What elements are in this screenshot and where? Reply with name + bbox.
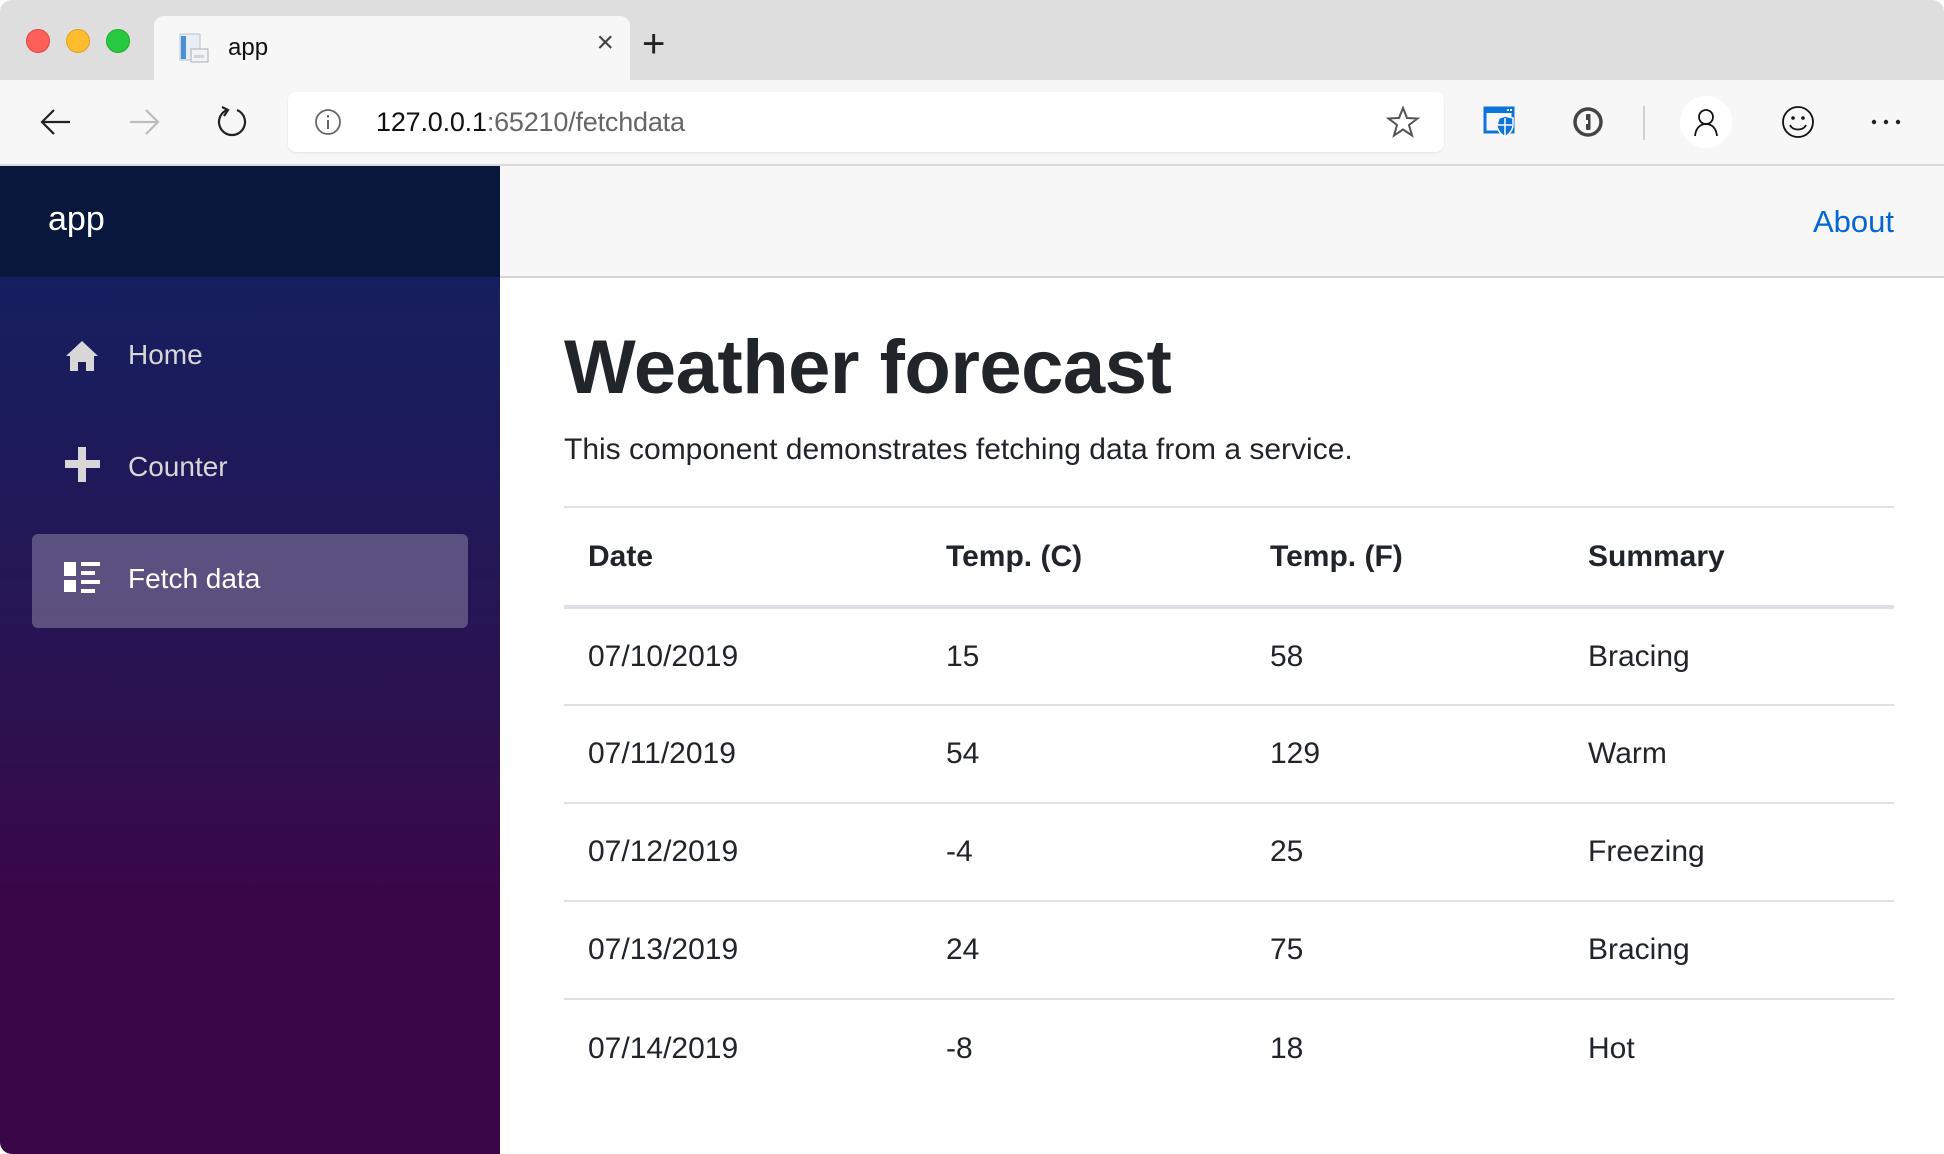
close-window-button[interactable] bbox=[26, 29, 50, 53]
sidebar-item-label: Fetch data bbox=[128, 563, 261, 594]
brand-link[interactable]: app bbox=[48, 200, 105, 239]
password-manager-button[interactable] bbox=[1566, 100, 1610, 144]
sidebar-item-counter[interactable]: Counter bbox=[32, 422, 468, 516]
app-sidebar: app Home Counter Fetch data bbox=[0, 166, 500, 1154]
sidebar-item-label: Counter bbox=[128, 451, 228, 482]
cell-temp-f: 129 bbox=[1270, 737, 1321, 770]
browser-tab[interactable]: app × bbox=[154, 16, 630, 82]
table-row: 07/12/2019 -4 25 Freezing bbox=[564, 803, 1894, 901]
cell-date: 07/12/2019 bbox=[588, 835, 739, 868]
tab-close-icon[interactable]: × bbox=[596, 28, 614, 58]
url-text[interactable]: 127.0.0.1:65210/fetchdata bbox=[376, 107, 685, 138]
profile-button[interactable] bbox=[1680, 96, 1732, 148]
cell-date: 07/11/2019 bbox=[588, 737, 736, 770]
profile-icon bbox=[1694, 109, 1718, 137]
maximize-window-button[interactable] bbox=[106, 29, 130, 53]
header-date: Date bbox=[564, 506, 922, 609]
star-icon[interactable] bbox=[1386, 105, 1420, 139]
table-row: 07/13/2019 24 75 Bracing bbox=[564, 901, 1894, 999]
top-row: About bbox=[500, 166, 1944, 278]
sidebar-item-home[interactable]: Home bbox=[32, 310, 468, 404]
table-row: 07/14/2019 -8 18 Hot bbox=[564, 999, 1894, 1097]
more-menu-button[interactable] bbox=[1864, 100, 1908, 144]
refresh-button[interactable] bbox=[210, 100, 254, 144]
page-description: This component demonstrates fetching dat… bbox=[564, 433, 1353, 466]
url-host: 127.0.0.1 bbox=[376, 107, 487, 137]
forecast-table: Date Temp. (C) Temp. (F) Summary 07/10/2… bbox=[564, 506, 1894, 1097]
address-bar[interactable]: 127.0.0.1:65210/fetchdata bbox=[288, 92, 1444, 152]
feedback-button[interactable] bbox=[1776, 100, 1820, 144]
minimize-window-button[interactable] bbox=[66, 29, 90, 53]
new-tab-button[interactable]: + bbox=[642, 24, 665, 64]
more-icon bbox=[1871, 119, 1901, 125]
cell-temp-c: -4 bbox=[946, 835, 973, 868]
info-icon[interactable] bbox=[314, 108, 342, 136]
cell-temp-c: 54 bbox=[946, 737, 980, 770]
password-manager-icon bbox=[1573, 107, 1603, 137]
forward-button[interactable] bbox=[122, 100, 166, 144]
smiley-feedback-icon bbox=[1782, 106, 1814, 138]
header-summary: Summary bbox=[1564, 506, 1894, 609]
about-link[interactable]: About bbox=[1813, 204, 1894, 240]
cell-summary: Bracing bbox=[1588, 933, 1690, 966]
cell-temp-c: 24 bbox=[946, 933, 980, 966]
back-button[interactable] bbox=[34, 100, 78, 144]
page-title: Weather forecast bbox=[564, 325, 1172, 410]
toolbar-separator bbox=[1643, 106, 1645, 140]
home-icon bbox=[66, 341, 98, 371]
list-icon bbox=[64, 562, 100, 593]
defender-shield-icon bbox=[1483, 106, 1515, 138]
cell-summary: Warm bbox=[1588, 737, 1667, 770]
tab-title: app bbox=[228, 34, 269, 61]
table-row: 07/11/2019 54 129 Warm bbox=[564, 705, 1894, 803]
cell-summary: Freezing bbox=[1588, 835, 1705, 868]
url-path: :65210/fetchdata bbox=[486, 107, 685, 137]
table-row: 07/10/2019 15 58 Bracing bbox=[564, 607, 1894, 705]
sidebar-item-label: Home bbox=[128, 339, 203, 370]
header-temp-c: Temp. (C) bbox=[922, 506, 1246, 609]
plus-icon bbox=[65, 447, 100, 482]
refresh-icon bbox=[217, 106, 247, 137]
forward-arrow-icon bbox=[130, 109, 160, 135]
header-temp-f: Temp. (F) bbox=[1246, 506, 1564, 609]
defender-extension-button[interactable] bbox=[1478, 100, 1522, 144]
sidebar-item-fetch-data[interactable]: Fetch data bbox=[32, 534, 468, 628]
cell-temp-f: 18 bbox=[1270, 1031, 1304, 1065]
browser-toolbar: 127.0.0.1:65210/fetchdata bbox=[0, 80, 1944, 166]
cell-summary: Hot bbox=[1588, 1031, 1635, 1065]
cell-date: 07/14/2019 bbox=[588, 1031, 739, 1065]
cell-temp-f: 58 bbox=[1270, 639, 1304, 673]
cell-temp-c: 15 bbox=[946, 639, 980, 673]
cell-temp-f: 25 bbox=[1270, 835, 1304, 868]
cell-date: 07/13/2019 bbox=[588, 933, 739, 966]
document-favicon-icon bbox=[179, 33, 209, 63]
cell-date: 07/10/2019 bbox=[588, 639, 739, 673]
browser-window: app × + 127.0.0.1:65210/fetchdata app Ho… bbox=[0, 0, 1944, 1154]
cell-temp-f: 75 bbox=[1270, 933, 1304, 966]
brand-bar: app bbox=[0, 166, 500, 277]
back-arrow-icon bbox=[40, 109, 70, 135]
table-header-row: Date Temp. (C) Temp. (F) Summary bbox=[564, 506, 1894, 609]
cell-temp-c: -8 bbox=[946, 1031, 973, 1065]
title-bar: app × + bbox=[0, 0, 1944, 82]
cell-summary: Bracing bbox=[1588, 639, 1690, 673]
